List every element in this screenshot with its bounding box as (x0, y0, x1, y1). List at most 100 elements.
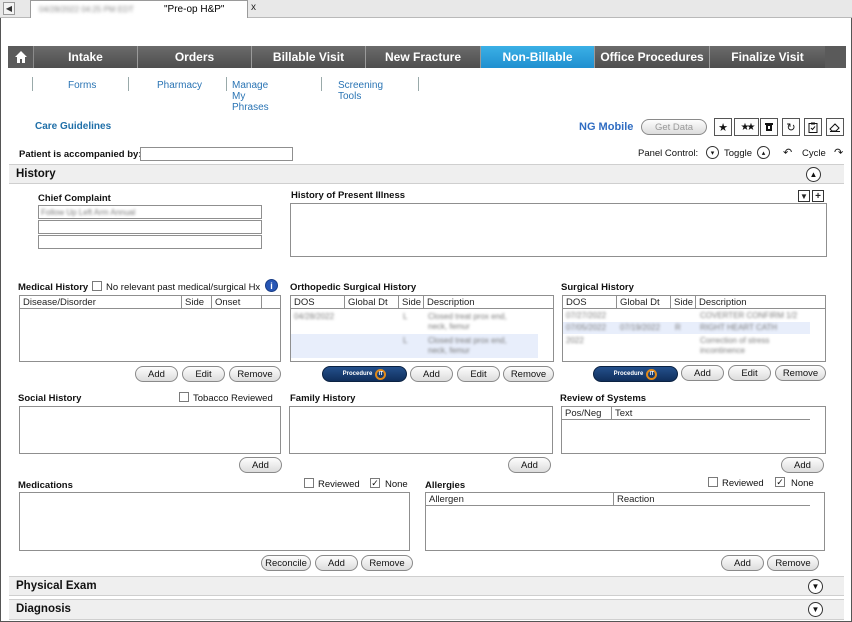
get-data-button[interactable]: Get Data (641, 119, 707, 135)
nav-home-button[interactable] (8, 46, 34, 68)
col-side: Side (399, 296, 424, 309)
refresh-icon[interactable]: ↻ (782, 118, 800, 136)
surgical-row-2-gdt: 07/19/2022 (620, 323, 661, 332)
panel-toggle-label[interactable]: Toggle (724, 148, 752, 159)
medical-history-add-button[interactable]: Add (135, 366, 178, 382)
family-history-add-button[interactable]: Add (508, 457, 551, 473)
medications-grid[interactable] (19, 492, 410, 551)
ortho-remove-button[interactable]: Remove (503, 366, 554, 382)
medical-history-grid[interactable]: Disease/Disorder Side Onset (19, 295, 281, 362)
medical-history-edit-button[interactable]: Edit (182, 366, 225, 382)
tobacco-reviewed-label: Tobacco Reviewed (193, 393, 273, 404)
care-guidelines-link[interactable]: Care Guidelines (35, 121, 111, 132)
medications-reconcile-button[interactable]: Reconcile (261, 555, 311, 571)
history-section-header[interactable]: History ▲ (9, 164, 844, 184)
ortho-procedure-button[interactable]: Procedure IT (322, 366, 407, 382)
physical-exam-section-header[interactable]: Physical Exam ▼ (9, 576, 844, 596)
diagnosis-title: Diagnosis (16, 603, 71, 615)
ros-grid[interactable]: Pos/Neg Text (561, 406, 826, 454)
allergies-remove-button[interactable]: Remove (767, 555, 819, 571)
table-row[interactable]: 07/27/2022 COVERTER CONFIRM 1/2 (563, 310, 810, 322)
medications-none-label: None (385, 479, 408, 490)
document-tab-close-icon[interactable]: x (251, 2, 256, 13)
allergies-grid[interactable]: Allergen Reaction (425, 492, 825, 551)
surgical-row-3-desc: Correction of stress (700, 336, 770, 345)
table-row[interactable]: 07/05/2022 07/19/2022 R RIGHT HEART CATH (563, 322, 810, 334)
no-relevant-checkbox[interactable] (92, 281, 102, 291)
panel-cycle-label[interactable]: Cycle (802, 148, 826, 159)
physical-exam-title: Physical Exam (16, 580, 97, 592)
table-row[interactable]: 04/28/2022 L Closed treat prox end, neck… (291, 310, 538, 334)
nav-tab-billable-visit[interactable]: Billable Visit (252, 46, 366, 68)
clipboard-icon[interactable] (804, 118, 822, 136)
hpi-add-icon[interactable]: + (812, 190, 824, 202)
medications-reviewed-label: Reviewed (318, 479, 360, 490)
social-history-add-button[interactable]: Add (239, 457, 282, 473)
ros-add-button[interactable]: Add (781, 457, 824, 473)
subnav-pharmacy[interactable]: Pharmacy (157, 80, 202, 91)
hpi-textarea[interactable] (290, 203, 827, 257)
surgical-add-button[interactable]: Add (681, 365, 724, 381)
nav-tab-new-fracture[interactable]: New Fracture (366, 46, 481, 68)
allergies-reviewed-checkbox[interactable] (708, 477, 718, 487)
tobacco-reviewed-checkbox[interactable] (179, 392, 189, 402)
table-row[interactable]: 2022 Correction of stress incontinence (563, 334, 810, 358)
panel-collapse-icon[interactable]: ▴ (757, 146, 770, 159)
chief-complaint-line-1[interactable]: Follow Up Left Arm Annual (38, 205, 262, 219)
surgical-procedure-button[interactable]: Procedure IT (593, 366, 678, 382)
table-row[interactable]: L Closed treat prox end, neck, femur (291, 334, 538, 358)
allergies-none-checkbox[interactable]: ✓ (775, 477, 785, 487)
diagnosis-section-header[interactable]: Diagnosis ▼ (9, 599, 844, 620)
history-collapse-icon[interactable]: ▲ (806, 167, 821, 182)
allergies-none-label: None (791, 478, 814, 489)
subnav-screening-tools[interactable]: Screening Tools (338, 80, 383, 102)
document-tab[interactable]: 04/28/2022 04:25 PM EDT "Pre-op H&P" (30, 0, 248, 18)
ortho-edit-button[interactable]: Edit (457, 366, 500, 382)
allergies-add-button[interactable]: Add (721, 555, 764, 571)
procedure-label: Procedure (342, 371, 373, 377)
ortho-row-1-desc2: neck, femur (428, 322, 470, 331)
social-history-label: Social History (18, 393, 82, 404)
ortho-surgical-label: Orthopedic Surgical History (290, 282, 417, 293)
medications-reviewed-checkbox[interactable] (304, 478, 314, 488)
col-allergen: Allergen (426, 493, 614, 506)
diagnosis-expand-icon[interactable]: ▼ (808, 602, 823, 617)
medications-none-checkbox[interactable]: ✓ (370, 478, 380, 488)
star-icon[interactable]: ★ (714, 118, 732, 136)
info-icon[interactable]: i (265, 279, 278, 292)
subnav-manage-my-phrases[interactable]: Manage My Phrases (232, 80, 269, 113)
double-star-icon[interactable]: ★★ (734, 118, 759, 136)
nav-tab-non-billable[interactable]: Non-Billable (481, 46, 595, 68)
panel-redo-icon[interactable]: ↷ (834, 146, 843, 159)
subnav-forms[interactable]: Forms (68, 80, 96, 91)
trash-icon[interactable] (760, 118, 778, 136)
medications-remove-button[interactable]: Remove (361, 555, 413, 571)
medications-add-button[interactable]: Add (315, 555, 358, 571)
nav-tab-office-procedures[interactable]: Office Procedures (595, 46, 710, 68)
nav-tab-finalize-visit[interactable]: Finalize Visit (710, 46, 825, 68)
surgical-edit-button[interactable]: Edit (728, 365, 771, 381)
panel-undo-icon[interactable]: ↶ (783, 146, 792, 159)
accompanied-input[interactable] (140, 147, 293, 161)
no-relevant-label: No relevant past medical/surgical Hx (106, 282, 261, 293)
ortho-add-button[interactable]: Add (410, 366, 453, 382)
chief-complaint-line-2[interactable] (38, 220, 262, 234)
family-history-textarea[interactable] (289, 406, 553, 454)
chief-complaint-line-3[interactable] (38, 235, 262, 249)
history-title: History (16, 168, 56, 180)
surgical-history-grid[interactable]: DOS Global Dt Side Description 07/27/202… (562, 295, 826, 362)
subnav-divider (418, 77, 419, 91)
social-history-textarea[interactable] (19, 406, 281, 454)
ng-mobile-label: NG Mobile (579, 121, 634, 133)
procedure-logo-icon: IT (375, 368, 387, 380)
medical-history-remove-button[interactable]: Remove (229, 366, 281, 382)
nav-tab-intake[interactable]: Intake (34, 46, 138, 68)
ortho-surgical-grid[interactable]: DOS Global Dt Side Description 04/28/202… (290, 295, 554, 362)
hpi-dropdown-icon[interactable]: ▼ (798, 190, 810, 202)
physical-exam-expand-icon[interactable]: ▼ (808, 579, 823, 594)
surgical-remove-button[interactable]: Remove (775, 365, 826, 381)
panel-expand-icon[interactable]: ▾ (706, 146, 719, 159)
nav-tab-orders[interactable]: Orders (138, 46, 252, 68)
tab-scroll-left-icon[interactable]: ◀ (3, 2, 15, 15)
eraser-icon[interactable] (826, 118, 844, 136)
